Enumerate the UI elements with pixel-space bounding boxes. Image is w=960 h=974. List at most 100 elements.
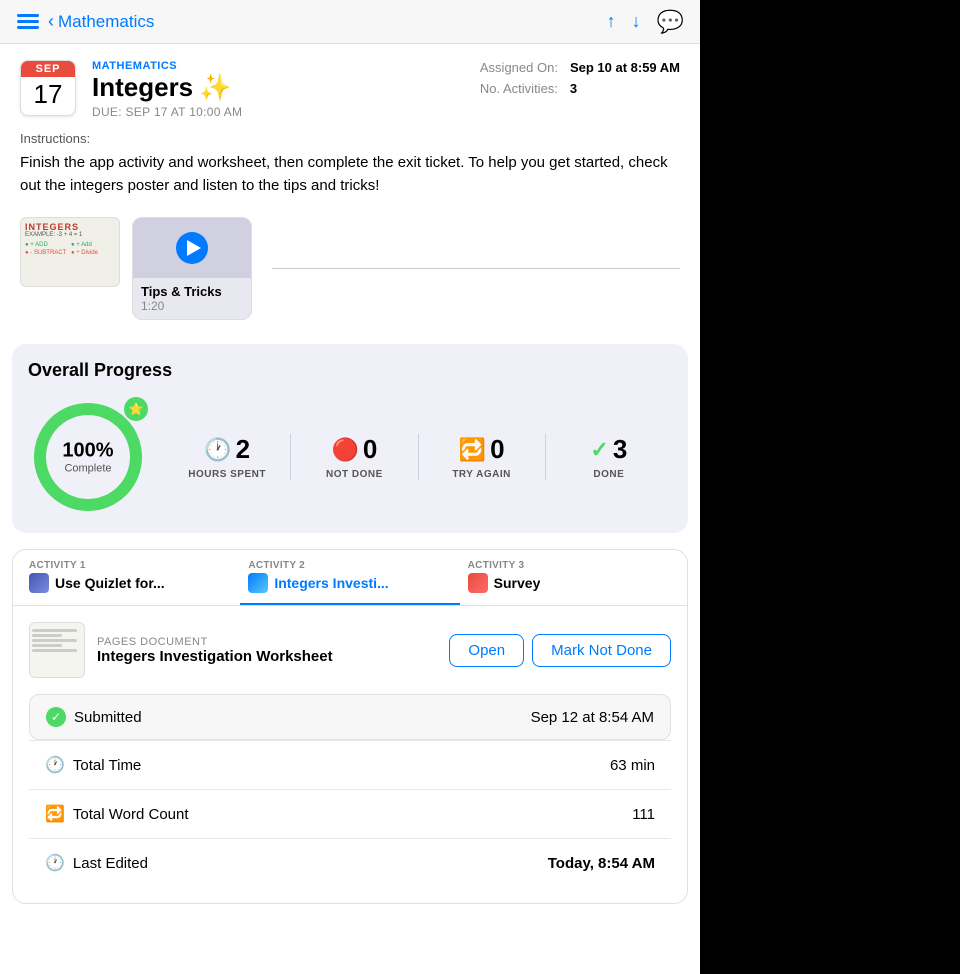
assignment-title-emoji: ✨ [199, 72, 231, 103]
assignment-title-text: Integers [92, 72, 193, 103]
detail-rows: 🕐 Total Time 63 min 🔁 Total Word Count 1… [29, 740, 671, 887]
last-edited-row: 🕐 Last Edited Today, 8:54 AM [29, 838, 671, 887]
word-count-icon: 🔁 [45, 804, 65, 824]
doc-line-1 [32, 629, 77, 632]
attachments-section: INTEGERS EXAMPLE: -3 + 4 = 1 ● + ADD ● +… [0, 209, 700, 336]
assignment-header: SEP 17 MATHEMATICS Integers ✨ DUE: SEP 1… [0, 44, 700, 131]
poster-subtitle: EXAMPLE: -3 + 4 = 1 [25, 232, 115, 238]
tab-activity-1[interactable]: ACTIVITY 1 Use Quizlet for... [21, 550, 240, 605]
stats-row: 🕐 2 HOURS SPENT 🔴 0 NOT DONE 🔁 0 [164, 434, 672, 480]
tab-3-icon-row: Survey [468, 573, 671, 593]
tab-1-icon-row: Use Quizlet for... [29, 573, 232, 593]
activities-section: ACTIVITY 1 Use Quizlet for... ACTIVITY 2… [12, 549, 688, 904]
video-title: Tips & Tricks [141, 284, 243, 299]
poster-cell-2: ● + Add [71, 242, 115, 248]
integers-poster[interactable]: INTEGERS EXAMPLE: -3 + 4 = 1 ● + ADD ● +… [20, 217, 120, 287]
word-count-label: Total Word Count [73, 806, 189, 823]
tab-activity-3[interactable]: ACTIVITY 3 Survey [460, 550, 679, 605]
due-date: DUE: SEP 17 AT 10:00 AM [92, 105, 242, 119]
no-activities-row: No. Activities: 3 [480, 81, 680, 96]
stat-not-done: 🔴 0 NOT DONE [291, 434, 418, 480]
last-edited-value: Today, 8:54 AM [548, 855, 655, 872]
calendar-icon: SEP 17 [20, 60, 76, 116]
play-triangle-icon [187, 240, 201, 256]
submitted-left: ✓ Submitted [46, 707, 142, 727]
hours-spent-number: 2 [236, 434, 250, 465]
poster-cell-1: ● + ADD [25, 242, 69, 248]
tab-1-title: Use Quizlet for... [55, 575, 165, 591]
stat-hours-spent: 🕐 2 HOURS SPENT [164, 434, 291, 480]
total-time-row: 🕐 Total Time 63 min [29, 740, 671, 789]
total-time-value: 63 min [610, 757, 655, 774]
back-label: Mathematics [58, 12, 154, 32]
hours-spent-value: 🕐 2 [204, 434, 250, 465]
tab-3-title: Survey [494, 575, 541, 591]
video-thumbnail [133, 218, 251, 278]
total-word-count-row: 🔁 Total Word Count 111 [29, 789, 671, 838]
down-arrow-icon[interactable]: ↓ [632, 11, 641, 32]
not-done-label: NOT DONE [326, 469, 383, 480]
back-button[interactable]: ‹ Mathematics [48, 11, 154, 32]
word-count-left: 🔁 Total Word Count [45, 804, 189, 824]
doc-type: PAGES DOCUMENT [97, 636, 437, 648]
video-duration: 1:20 [141, 299, 243, 313]
poster-cell-4: ● ÷ Divide [71, 250, 115, 256]
time-icon: 🕐 [45, 755, 65, 775]
nav-right: ↑ ↓ 💬 [607, 9, 684, 35]
done-label: DONE [593, 469, 624, 480]
doc-actions: Open Mark Not Done [449, 634, 671, 667]
poster-cell-3: ● - SUBTRACT [25, 250, 69, 256]
play-button[interactable] [176, 232, 208, 264]
last-edited-label: Last Edited [73, 855, 148, 872]
tab-1-num: ACTIVITY 1 [29, 560, 232, 571]
donut-percentage: 100% [62, 440, 113, 463]
no-activities-value: 3 [570, 81, 577, 96]
comment-icon[interactable]: 💬 [657, 9, 684, 35]
total-time-label: Total Time [73, 757, 141, 774]
open-button[interactable]: Open [449, 634, 524, 667]
activity-tabs: ACTIVITY 1 Use Quizlet for... ACTIVITY 2… [13, 550, 687, 606]
tab-2-num: ACTIVITY 2 [248, 560, 451, 571]
assigned-on-label: Assigned On: [480, 60, 558, 75]
doc-line-5 [32, 649, 77, 652]
donut-label: Complete [62, 463, 113, 475]
instructions-text: Finish the app activity and worksheet, t… [20, 152, 680, 197]
tab-activity-2[interactable]: ACTIVITY 2 Integers Investi... [240, 550, 459, 605]
mark-not-done-button[interactable]: Mark Not Done [532, 634, 671, 667]
total-time-left: 🕐 Total Time [45, 755, 141, 775]
assignment-right: Assigned On: Sep 10 at 8:59 AM No. Activ… [480, 60, 680, 102]
try-again-number: 0 [490, 434, 504, 465]
clock-icon: 🕐 [204, 437, 231, 463]
up-arrow-icon[interactable]: ↑ [607, 11, 616, 32]
pages-icon [248, 573, 268, 593]
assigned-on-row: Assigned On: Sep 10 at 8:59 AM [480, 60, 680, 75]
doc-line-2 [32, 634, 62, 637]
done-icon: ✓ [590, 437, 608, 463]
progress-content: 100% Complete ⭐ 🕐 2 HOURS SPENT 🔴 0 [28, 397, 672, 517]
hours-spent-label: HOURS SPENT [188, 469, 266, 480]
submitted-label: Submitted [74, 709, 142, 726]
assignment-info: MATHEMATICS Integers ✨ DUE: SEP 17 AT 10… [92, 60, 242, 119]
not-done-value: 🔴 0 [331, 434, 377, 465]
not-done-icon: 🔴 [331, 437, 358, 463]
document-info: PAGES DOCUMENT Integers Investigation Wo… [97, 636, 437, 665]
document-row: PAGES DOCUMENT Integers Investigation Wo… [29, 622, 671, 678]
try-again-icon: 🔁 [459, 437, 486, 463]
try-again-label: TRY AGAIN [452, 469, 511, 480]
sidebar-toggle-button[interactable] [16, 10, 40, 34]
done-number: 3 [613, 434, 627, 465]
tips-tricks-video[interactable]: Tips & Tricks 1:20 [132, 217, 252, 320]
quizlet-icon [29, 573, 49, 593]
try-again-value: 🔁 0 [459, 434, 505, 465]
nav-bar: ‹ Mathematics ↑ ↓ 💬 [0, 0, 700, 44]
word-count-value: 111 [632, 806, 655, 823]
activity-content: PAGES DOCUMENT Integers Investigation Wo… [13, 606, 687, 903]
progress-title: Overall Progress [28, 360, 672, 381]
chevron-left-icon: ‹ [48, 11, 54, 32]
calendar-day: 17 [21, 77, 75, 110]
progress-section: Overall Progress 100% Complete ⭐ 🕐 2 [12, 344, 688, 533]
submitted-date: Sep 12 at 8:54 AM [531, 709, 654, 726]
document-thumbnail [29, 622, 85, 678]
assignment-title: Integers ✨ [92, 72, 242, 103]
nav-left: ‹ Mathematics [16, 10, 154, 34]
